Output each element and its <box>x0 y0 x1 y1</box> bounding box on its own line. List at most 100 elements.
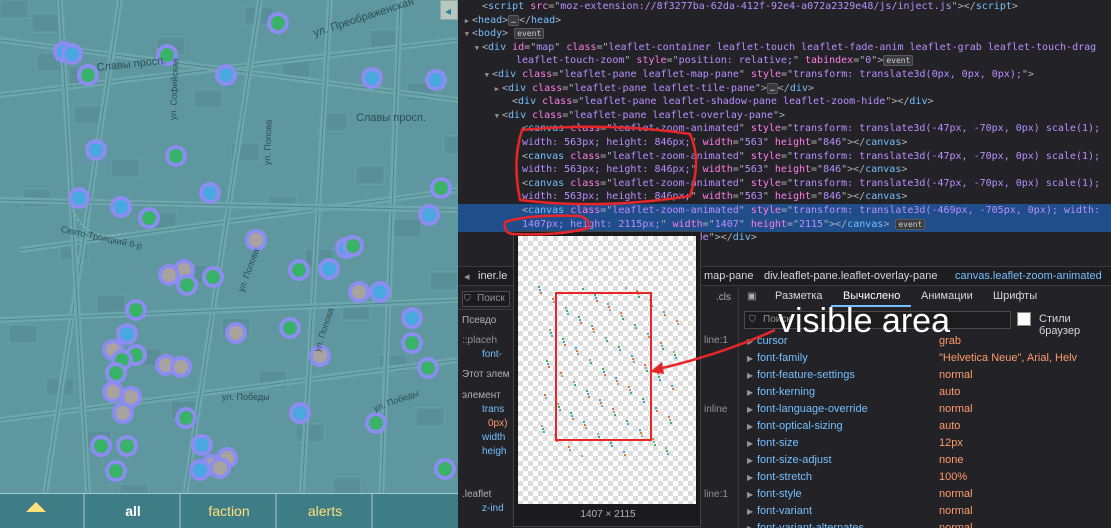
expand-arrow-icon[interactable]: ▶ <box>747 435 753 452</box>
expand-arrow-icon[interactable]: ▶ <box>747 350 753 367</box>
tab-fonts[interactable]: Шрифты <box>993 290 1037 302</box>
collapse-arrow-icon[interactable]: ▼ <box>458 68 492 82</box>
computed-property-row[interactable]: ▶ font-stretch 100% <box>739 469 1111 486</box>
browser-styles-checkbox[interactable] <box>1017 312 1031 326</box>
dom-node-selected[interactable]: <canvas class="leaflet-zoom-animated" st… <box>458 204 1111 218</box>
dom-node[interactable]: ▼ <div class="leaflet-pane leaflet-overla… <box>458 109 1111 123</box>
collapse-arrow-icon[interactable]: ▼ <box>458 41 482 55</box>
computed-property-row[interactable]: ▶ font-kerning auto <box>739 384 1111 401</box>
dom-node[interactable]: width: 563px; height: 846px;" width="563… <box>458 163 1111 177</box>
tab-layout[interactable]: Разметка <box>775 290 823 302</box>
breadcrumb-item[interactable]: iner.le <box>478 270 507 282</box>
dom-node[interactable]: ▼ <div id="map" class="leaflet-container … <box>458 41 1111 55</box>
computed-property-row[interactable]: ▶ font-size 12px <box>739 435 1111 452</box>
dom-node[interactable]: ▼ <div class="leaflet-pane leaflet-map-pa… <box>458 68 1111 82</box>
markup-token: </ <box>777 82 790 94</box>
computed-property-row[interactable]: ▶ font-language-override normal <box>739 401 1111 418</box>
preview-dot <box>614 414 616 416</box>
rule-row: font- <box>482 349 503 360</box>
expand-arrow-icon[interactable]: ▶ <box>747 520 753 528</box>
map-marker <box>90 435 112 457</box>
event-badge[interactable]: event <box>883 55 914 67</box>
dom-node[interactable]: leaflet-touch-zoom" style="position: rel… <box>458 54 1111 68</box>
map-marker <box>434 458 456 480</box>
leaflet-map[interactable]: ул. Преображенская Славы просп. Славы прос… <box>0 0 458 528</box>
property-value: normal <box>939 369 973 381</box>
preview-dot <box>594 294 596 296</box>
preview-dot <box>670 422 672 424</box>
breadcrumb-item-current[interactable]: canvas.leaflet-zoom-animated <box>955 270 1102 282</box>
sidebar-layout-icon[interactable]: ▣ <box>747 291 756 302</box>
markup-token: > <box>502 28 515 40</box>
preview-dot <box>593 331 595 333</box>
expand-arrow-icon[interactable]: ▶ <box>747 333 753 350</box>
expand-arrow-icon[interactable]: ▶ <box>747 367 753 384</box>
markup-token: class <box>542 96 573 108</box>
expand-arrow-icon[interactable]: ▶ <box>458 14 472 28</box>
dom-node[interactable]: <canvas class="leaflet-zoom-animated" st… <box>458 122 1111 136</box>
markup-token: width: 563px; height: 846px; <box>522 137 691 148</box>
rule-source[interactable]: line:1 <box>704 489 728 500</box>
city-block <box>31 13 61 33</box>
event-badge[interactable]: … <box>766 82 778 94</box>
dom-node[interactable]: width: 563px; height: 846px;" width="563… <box>458 136 1111 150</box>
dom-node[interactable]: <canvas class="leaflet-zoom-animated" st… <box>458 177 1111 191</box>
expand-arrow-icon[interactable]: ▶ <box>747 469 753 486</box>
expand-arrow-icon[interactable]: ▶ <box>747 452 753 469</box>
property-name: font-variant-alternates <box>757 522 864 528</box>
collapse-arrow-icon[interactable]: ▼ <box>458 27 472 41</box>
expand-arrow-icon[interactable]: ▶ <box>747 486 753 503</box>
breadcrumb-item[interactable]: div.leaflet-pane.leaflet-overlay-pane <box>764 270 937 282</box>
markup-token: class <box>532 82 563 94</box>
markup-token: "> <box>1021 69 1034 80</box>
markup-token: height <box>750 218 787 230</box>
computed-property-row[interactable]: ▶ font-style normal <box>739 486 1111 503</box>
collapse-arrow-icon: ◂ <box>445 4 452 18</box>
markup-token: =" <box>780 150 793 162</box>
markup-token: style <box>636 55 667 67</box>
rule-source[interactable]: line:1 <box>704 335 728 346</box>
rule-source[interactable]: inline <box>704 404 727 415</box>
tab-computed[interactable]: Вычислено <box>843 290 900 302</box>
dom-node[interactable]: <div class="leaflet-pane leaflet-shadow-… <box>458 95 1111 109</box>
dom-node[interactable]: <script src="moz-extension://8f3277ba-62… <box>458 0 1111 14</box>
expand-arrow-icon[interactable]: ▶ <box>747 418 753 435</box>
tab-animations[interactable]: Анимации <box>921 290 973 302</box>
markup-token: " <box>762 137 775 148</box>
cls-toggle[interactable]: .cls <box>716 292 731 303</box>
map-marker <box>417 357 439 379</box>
dom-node-selected[interactable]: 1407px; height: 2115px;" width="1407" he… <box>458 217 1111 232</box>
map-marker <box>68 187 90 209</box>
computed-property-row[interactable]: ▶ font-variant normal <box>739 503 1111 520</box>
event-badge[interactable]: … <box>508 14 519 26</box>
computed-property-row[interactable]: ▶ font-family "Helvetica Neue", Arial, Hel… <box>739 350 1111 367</box>
expand-arrow-icon[interactable]: ▶ <box>747 401 753 418</box>
expand-arrow-icon[interactable]: ▶ <box>458 82 502 96</box>
preview-dot <box>645 367 647 369</box>
dom-node[interactable]: <canvas class="leaflet-zoom-animated" st… <box>458 150 1111 164</box>
property-value: normal <box>939 505 973 517</box>
preview-dot <box>543 431 545 433</box>
breadcrumb-scroll-left-icon[interactable]: ◂ <box>464 270 470 283</box>
computed-property-row[interactable]: ▶ font-feature-settings normal <box>739 367 1111 384</box>
preview-dot <box>567 313 569 315</box>
markup-token: =" <box>732 137 745 148</box>
dom-node[interactable]: ▼ <body> event <box>458 27 1111 41</box>
map-control-toggle[interactable]: ◂ <box>440 0 458 20</box>
expand-arrow-icon[interactable]: ▶ <box>747 503 753 520</box>
breadcrumb-item[interactable]: map-pane <box>704 270 754 282</box>
markup-token: body <box>478 28 503 40</box>
event-badge[interactable]: event <box>514 28 545 40</box>
markup-token: "></ <box>951 1 976 12</box>
dom-node[interactable]: ▶ <div class="leaflet-pane leaflet-tile-p… <box>458 82 1111 96</box>
preview-dot <box>618 346 620 348</box>
computed-property-row[interactable]: ▶ font-variant-alternates normal <box>739 520 1111 528</box>
computed-property-row[interactable]: ▶ font-optical-sizing auto <box>739 418 1111 435</box>
expand-arrow-icon[interactable]: ▶ <box>747 384 753 401</box>
computed-property-row[interactable]: ▶ font-size-adjust none <box>739 452 1111 469</box>
dom-node[interactable]: ▶ <head>… </head> <box>458 14 1111 28</box>
event-badge[interactable]: event <box>895 218 926 230</box>
collapse-arrow-icon[interactable]: ▼ <box>458 109 502 123</box>
dom-node[interactable]: width: 563px; height: 846px;" width="563… <box>458 190 1111 204</box>
markup-token: leaflet-pane leaflet-overlay-pane <box>574 109 773 121</box>
